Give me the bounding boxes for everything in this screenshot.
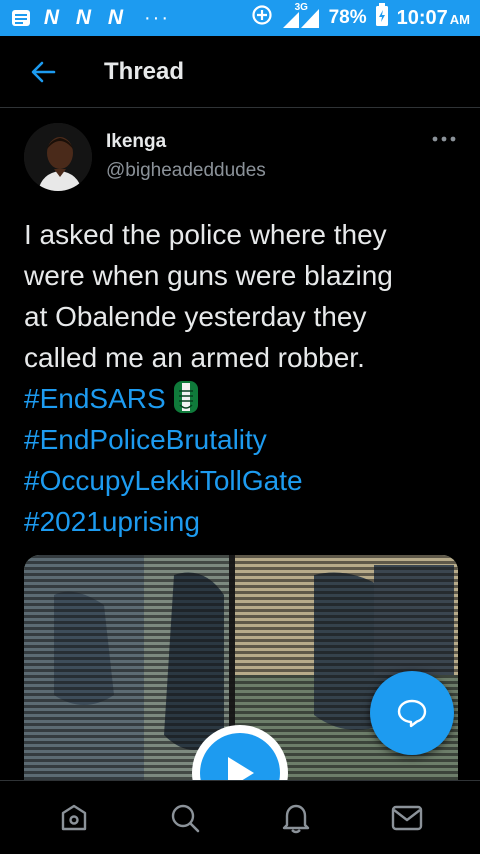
arrow-left-icon [31, 61, 56, 82]
tweet-text-line: at Obalende yesterday they [24, 301, 367, 332]
notification-n-icon: N [43, 6, 59, 29]
bottom-navigation [0, 780, 480, 854]
hashtag-link[interactable]: #EndSARS [24, 383, 166, 414]
nav-messages[interactable] [377, 788, 437, 848]
author-handle[interactable]: @bigheadeddudes [106, 160, 266, 182]
home-icon [61, 804, 86, 830]
notifications-bell-icon [282, 804, 309, 833]
raised-fist-emoji-icon [172, 379, 200, 415]
avatar[interactable] [24, 123, 92, 191]
chat-bubble-icon [397, 699, 427, 728]
thread-header: Thread [0, 36, 480, 108]
nav-notifications[interactable] [266, 788, 326, 848]
notification-n-icon: N [107, 6, 123, 29]
more-options-button[interactable] [430, 131, 458, 147]
back-button[interactable] [19, 48, 67, 96]
tweet-text-line: were when guns were blazing [24, 260, 393, 291]
app-notification-icon [10, 9, 32, 27]
data-saver-icon [251, 4, 273, 32]
more-notifications-indicator: ··· [144, 6, 170, 29]
tweet-author: Ikenga @bigheadeddudes [24, 123, 464, 193]
battery-percent: 78% [328, 7, 367, 28]
clock: 10:07 [396, 6, 448, 29]
nav-home[interactable] [44, 788, 104, 848]
network-type: 3G [294, 2, 308, 13]
status-bar: N N N ··· 3G 78% 10:07 AM [0, 0, 480, 36]
hashtag-link[interactable]: #2021uprising [24, 501, 464, 542]
signal-icon: 3G [281, 2, 321, 30]
hashtag-link[interactable]: #EndPoliceBrutality [24, 419, 464, 460]
tweet-text: I asked the police where they were when … [24, 214, 464, 542]
compose-reply-button[interactable] [370, 671, 454, 755]
search-icon [171, 804, 199, 832]
battery-icon [375, 3, 389, 33]
clock-ampm: AM [449, 11, 470, 27]
tweet-text-line: called me an armed robber. [24, 342, 365, 373]
nav-search[interactable] [155, 788, 215, 848]
messages-envelope-icon [391, 805, 422, 830]
tweet-text-line: I asked the police where they [24, 219, 387, 250]
hashtag-link[interactable]: #OccupyLekkiTollGate [24, 460, 464, 501]
author-name[interactable]: Ikenga [106, 131, 166, 153]
notification-n-icon: N [75, 6, 91, 29]
more-horizontal-icon [432, 136, 456, 142]
page-title: Thread [104, 57, 185, 85]
